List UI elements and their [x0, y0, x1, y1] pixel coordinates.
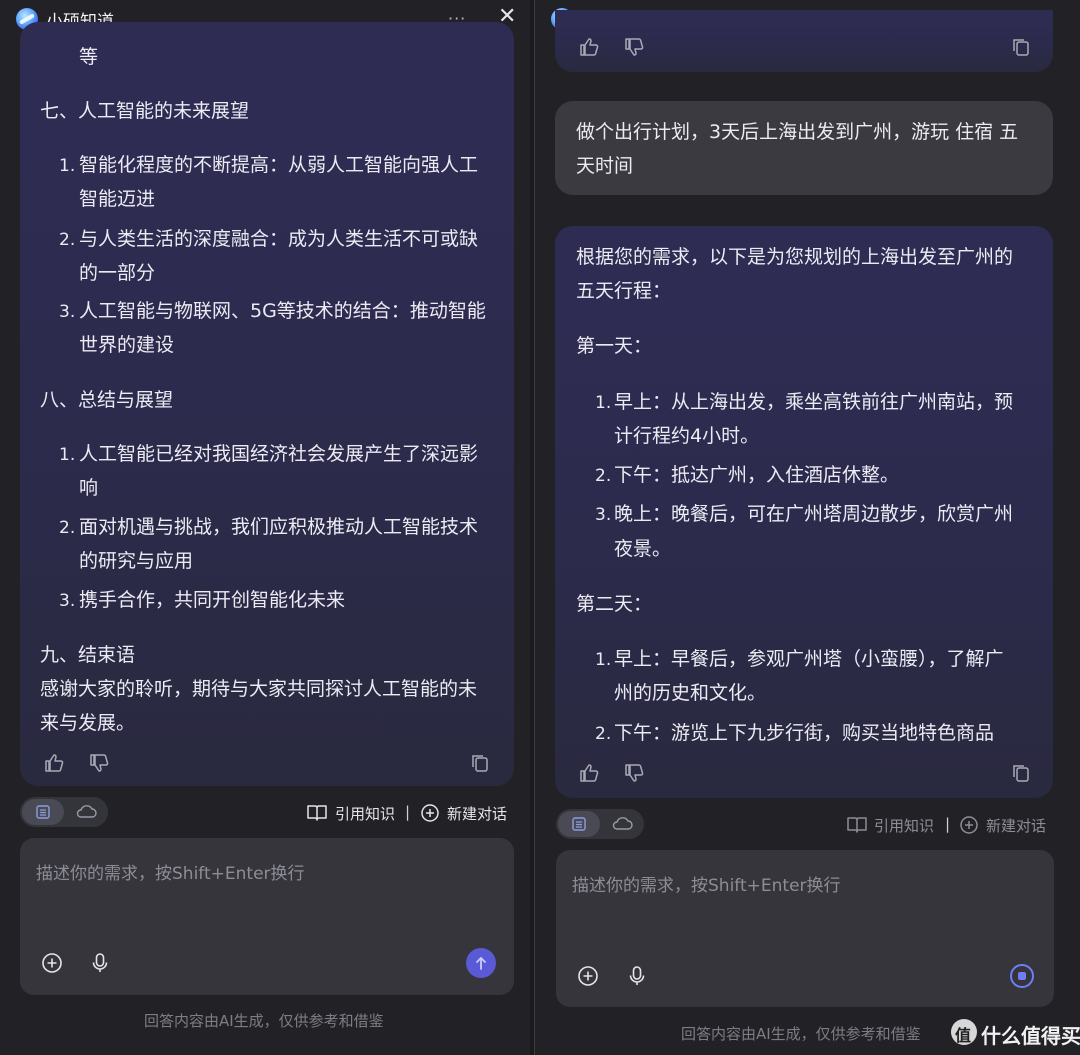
user-message-line: 天时间 [576, 155, 634, 177]
chat-panel-right: 小硕知道 ··· ✕ 做个出行计划，3天后上海出发到广州，游玩 住宿 五 天时间… [534, 0, 1080, 1055]
chat-panel-left: 小硕知道 ··· ✕ 等 七、人工智能的未来展望 1. 智能化程度的不断提高：从… [0, 0, 530, 1055]
section-heading: 九、结束语 [40, 644, 136, 666]
message-line: 人工智能已经对我国经济社会发展产生了深远影 [79, 443, 479, 465]
copy-icon[interactable] [1011, 37, 1031, 57]
message-line: 晚上：晚餐后，可在广州塔周边散步，欣赏广州 [614, 503, 1014, 525]
message-line: 响 [79, 477, 99, 499]
microphone-icon[interactable] [627, 965, 647, 987]
message-line: 下午：抵达广州，入住酒店休整。 [614, 464, 900, 486]
list-number: 2. [59, 230, 76, 250]
message-line: 与人类生活的深度融合：成为人类生活不可或缺 [79, 228, 479, 250]
message-line: 计行程约4小时。 [614, 425, 760, 447]
message-line: 携手合作，共同开创智能化未来 [79, 589, 346, 611]
toolbar-separator: | [945, 815, 951, 833]
stop-icon[interactable] [1010, 964, 1034, 988]
list-icon [36, 805, 50, 819]
toolbar-separator: | [405, 803, 411, 821]
book-icon[interactable] [846, 815, 868, 835]
watermark-logo-char: 值 [955, 1026, 972, 1045]
mode-toggle[interactable] [20, 797, 108, 827]
message-line: 下午：游览上下九步行街，购买当地特色商品 [614, 722, 995, 744]
message-line: 智能迈进 [79, 188, 156, 210]
message-line: 州的历史和文化。 [614, 682, 767, 704]
cloud-icon[interactable] [75, 804, 97, 820]
send-button[interactable] [466, 948, 496, 978]
plus-circle-icon[interactable] [577, 965, 599, 987]
mode-toggle[interactable] [556, 809, 644, 839]
book-icon[interactable] [306, 803, 328, 823]
thumbs-down-icon[interactable] [624, 37, 644, 57]
list-number: 1. [595, 650, 612, 670]
list-number: 1. [59, 156, 76, 176]
plus-circle-icon[interactable] [420, 803, 440, 823]
plus-circle-icon[interactable] [41, 952, 63, 974]
message-line: 夜景。 [614, 538, 672, 560]
list-number: 2. [595, 724, 612, 744]
send-arrow-icon [476, 956, 486, 970]
user-message [555, 101, 1053, 195]
list-icon [572, 817, 586, 831]
microphone-icon[interactable] [90, 952, 110, 974]
watermark-logo: 值 [951, 1019, 977, 1045]
plus-circle-icon[interactable] [959, 815, 979, 835]
list-number: 1. [59, 445, 76, 465]
message-line: 早上：从上海出发，乘坐高铁前往广州南站，预 [614, 391, 1014, 413]
message-input[interactable]: 描述你的需求，按Shift+Enter换行 [36, 859, 305, 884]
section-heading: 第一天： [576, 335, 653, 357]
message-line: 人工智能与物联网、5G等技术的结合：推动智能 [79, 300, 486, 322]
thumbs-down-icon[interactable] [624, 763, 644, 783]
cite-knowledge-button[interactable]: 引用知识 [335, 803, 395, 824]
message-line: 的一部分 [79, 262, 156, 284]
message-input[interactable]: 描述你的需求，按Shift+Enter换行 [572, 871, 841, 896]
user-message-line: 做个出行计划，3天后上海出发到广州，游玩 住宿 五 [576, 121, 1019, 143]
list-number: 3. [595, 505, 612, 525]
list-number: 1. [595, 393, 612, 413]
section-heading: 七、人工智能的未来展望 [40, 100, 250, 122]
message-line: 五天行程： [576, 280, 672, 302]
thumbs-up-icon[interactable] [44, 753, 64, 773]
message-line: 世界的建设 [79, 334, 175, 356]
list-number: 2. [595, 466, 612, 486]
message-line: 等 [79, 46, 99, 68]
list-number: 3. [59, 591, 76, 611]
message-line: 感谢大家的聆听，期待与大家共同探讨人工智能的未 [40, 678, 478, 700]
watermark-text: 什么值得买 [981, 1024, 1080, 1048]
copy-icon[interactable] [1011, 763, 1031, 783]
list-number: 2. [59, 518, 76, 538]
thumbs-up-icon[interactable] [579, 37, 599, 57]
new-chat-button[interactable]: 新建对话 [447, 803, 507, 824]
thumbs-up-icon[interactable] [579, 763, 599, 783]
message-line: 早上：早餐后，参观广州塔（小蛮腰），了解广 [614, 648, 1004, 670]
list-number: 3. [59, 302, 76, 322]
new-chat-button[interactable]: 新建对话 [986, 815, 1046, 836]
copy-icon[interactable] [470, 753, 490, 773]
ai-disclaimer: 回答内容由AI生成，仅供参考和借鉴 [681, 1025, 921, 1043]
message-line: 的研究与应用 [79, 550, 194, 572]
cloud-icon[interactable] [611, 816, 633, 832]
ai-disclaimer: 回答内容由AI生成，仅供参考和借鉴 [144, 1012, 384, 1030]
message-line: 智能化程度的不断提高：从弱人工智能向强人工 [79, 154, 479, 176]
message-line: 面对机遇与挑战，我们应积极推动人工智能技术 [79, 516, 479, 538]
message-line: 根据您的需求，以下是为您规划的上海出发至广州的 [576, 246, 1014, 268]
section-heading: 八、总结与展望 [40, 389, 174, 411]
message-line: 来与发展。 [40, 712, 136, 734]
cite-knowledge-button[interactable]: 引用知识 [874, 815, 934, 836]
section-heading: 第二天： [576, 593, 653, 615]
thumbs-down-icon[interactable] [89, 753, 109, 773]
